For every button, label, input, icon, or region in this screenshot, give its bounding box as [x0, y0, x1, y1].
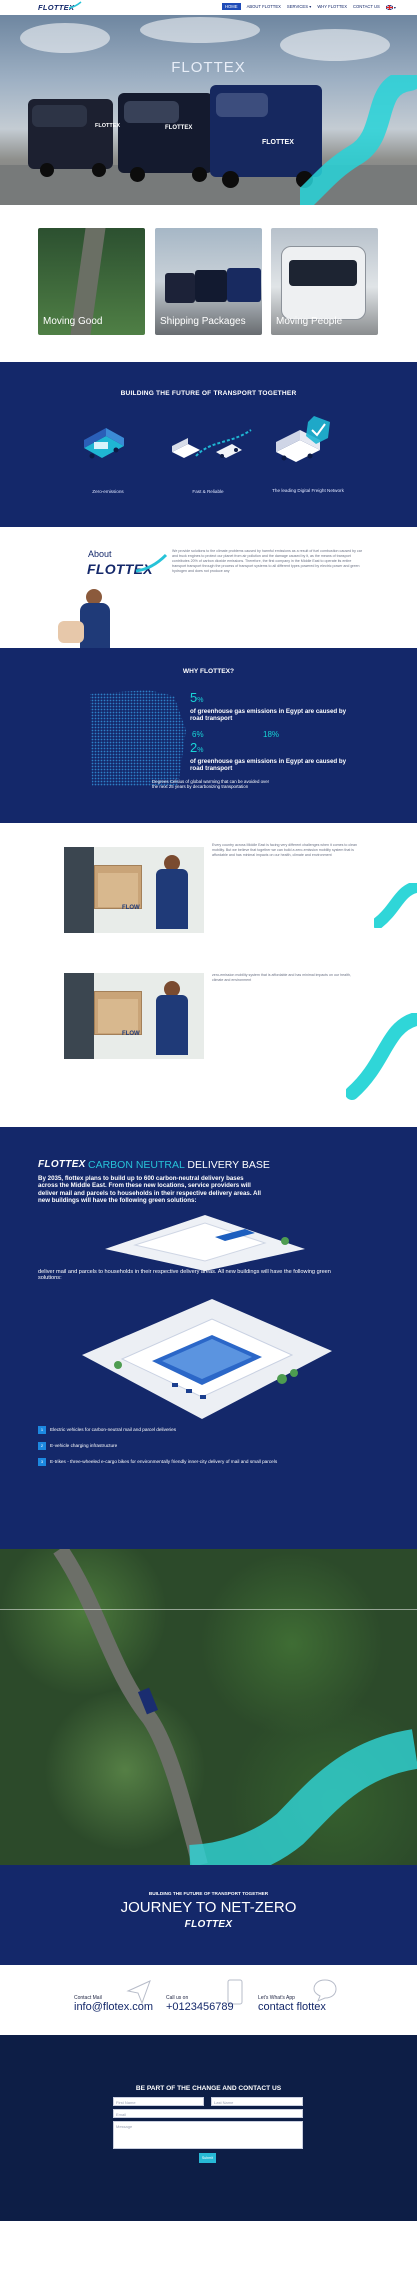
delivery-title: CARBON NEUTRAL DELIVERY BASE	[88, 1159, 270, 1171]
story-text: zero-emission mobility system that is af…	[212, 973, 351, 982]
van-window	[32, 105, 87, 127]
decorative-wave	[374, 883, 417, 928]
aerial-forest-banner	[0, 1549, 417, 1865]
net-zero-section: BUILDING THE FUTURE OF TRANSPORT TOGETHE…	[0, 1865, 417, 1965]
digital-freight-network-icon	[276, 416, 330, 462]
delivery-paragraph: By 2035, flottex plans to build up to 60…	[38, 1175, 261, 1204]
email-input[interactable]: Email	[113, 2109, 303, 2118]
card-label: Moving People	[276, 316, 343, 327]
van-logo: FLOTTEX	[95, 123, 121, 129]
van-logo: FLOTTEX	[262, 139, 294, 146]
delivery-base-illustration	[82, 1299, 332, 1419]
nav-home[interactable]: HOME	[222, 3, 241, 10]
contact-phone[interactable]: Call us on +0123456789	[166, 1995, 234, 2013]
fast-delivery-icon	[172, 429, 252, 458]
egypt-map-dots	[90, 690, 186, 786]
about-section: About FLOTTEX We provide solutions to th…	[0, 527, 417, 648]
delivery-logo: FLOTTEX	[38, 1159, 86, 1170]
chevron-down-icon: ▾	[393, 4, 396, 10]
van-window	[124, 101, 179, 123]
card-shipping-packages[interactable]: Shipping Packages	[155, 228, 262, 335]
stat-block: 2%	[190, 740, 204, 755]
stat-value: 18%	[263, 730, 280, 739]
delivery-base-illustration-small	[105, 1215, 305, 1271]
netzero-logo: FLOTTEX	[184, 1919, 233, 1930]
list-number: 1	[38, 1426, 46, 1434]
last-name-input[interactable]: Last Name	[211, 2097, 303, 2106]
feature-label: Fast & Reliable	[192, 489, 224, 494]
page-footer-space	[0, 2221, 417, 2277]
feature-label: The leading Digital Freight Network	[272, 488, 344, 493]
section-title: BUILDING THE FUTURE OF TRANSPORT TOGETHE…	[120, 390, 297, 397]
netzero-title: JOURNEY TO NET-ZERO	[120, 1899, 297, 1916]
list-number: 3	[38, 1458, 46, 1466]
why-flottex-section: WHY FLOTTEX? 5% of greenhouse gas emissi…	[0, 648, 417, 823]
decorative-wave	[346, 1013, 417, 1100]
contact-info-strip: Contact Mail info@flotex.com Call us on +0…	[0, 1965, 417, 2035]
stat-text: of greenhouse gas emissions in Egypt are…	[190, 758, 347, 772]
courier-boxes-photo: FLOW	[64, 973, 204, 1059]
nav-services[interactable]: SERVICES ▾	[287, 4, 311, 10]
card-moving-people[interactable]: Moving People	[271, 228, 378, 335]
list-text: E-vehicle charging infrastructure	[50, 1443, 118, 1448]
story-section: FLOW Every country across Middle East is…	[0, 823, 417, 1127]
form-title: BE PART OF THE CHANGE AND CONTACT US	[135, 2085, 282, 2092]
zero-emission-truck-icon	[84, 428, 124, 459]
delivery-paragraph-repeat: deliver mail and parcels to households i…	[38, 1269, 331, 1282]
courier-boxes-photo: FLOW	[64, 847, 204, 933]
card-label: Shipping Packages	[160, 316, 246, 327]
building-future-section: BUILDING THE FUTURE OF TRANSPORT TOGETHE…	[0, 362, 417, 527]
section-title: WHY FLOTTEX?	[182, 668, 235, 675]
nav-why[interactable]: WHY FLOTTEX	[317, 4, 347, 10]
top-nav: FLOTTEX HOME ABOUT FLOTTEX SERVICES ▾ WH…	[0, 0, 417, 15]
message-input[interactable]: Message	[113, 2121, 303, 2149]
stat-value: 6%	[192, 730, 204, 739]
first-name-input[interactable]: First Name	[113, 2097, 204, 2106]
delivery-man-photo	[58, 583, 128, 648]
flag-uk-icon	[385, 4, 393, 10]
card-moving-good[interactable]: Moving Good	[38, 228, 145, 335]
logo-swoosh-icon	[68, 1, 82, 9]
about-heading: About	[88, 549, 112, 559]
contact-mail[interactable]: Contact Mail info@flotex.com	[74, 1995, 153, 2013]
van-logo: FLOTTEX	[165, 125, 193, 131]
story-text: Every country across Middle East is faci…	[212, 843, 357, 857]
feature-label: Zero-emissions	[92, 489, 124, 494]
logo-swoosh-icon	[135, 553, 168, 573]
decorative-wave	[300, 75, 417, 205]
contact-form-section: BE PART OF THE CHANGE AND CONTACT US Fir…	[0, 2035, 417, 2221]
about-text: We provide solutions to the climate prob…	[172, 549, 362, 573]
nav-about[interactable]: ABOUT FLOTTEX	[247, 4, 281, 10]
list-text: Electric vehicles for carbon-neutral mai…	[50, 1427, 177, 1432]
van-window	[216, 93, 268, 117]
card-label: Moving Good	[43, 316, 103, 327]
submit-button[interactable]: Submit	[199, 2153, 216, 2163]
stat-block: 5%	[190, 690, 204, 705]
box-label: FLOW	[122, 1031, 140, 1037]
list-number: 2	[38, 1442, 46, 1450]
list-text: E-trikes - three-wheeled e-cargo bikes f…	[50, 1459, 278, 1464]
netzero-kicker: BUILDING THE FUTURE OF TRANSPORT TOGETHE…	[148, 1891, 269, 1896]
nav-contact[interactable]: CONTACT US	[353, 4, 380, 10]
delivery-base-section: FLOTTEX CARBON NEUTRAL DELIVERY BASE By …	[0, 1127, 417, 1549]
stat-text: of greenhouse gas emissions in Egypt are…	[190, 708, 347, 722]
stat-caption: Degrees Celsius of global warming that c…	[152, 779, 270, 790]
hero-title: FLOTTEX	[171, 59, 246, 76]
language-selector[interactable]: ▾	[385, 4, 396, 10]
decorative-wave	[188, 1729, 417, 1865]
hero-banner: FLOTTEX FLOTTEX FLOTTEX FLOTTEX	[0, 15, 417, 205]
contact-whatsapp[interactable]: Let's What's App contact flottex	[258, 1995, 326, 2013]
box-label: FLOW	[122, 905, 140, 911]
chevron-down-icon: ▾	[309, 4, 312, 9]
nav-links: HOME ABOUT FLOTTEX SERVICES ▾ WHY FLOTTE…	[222, 3, 396, 10]
